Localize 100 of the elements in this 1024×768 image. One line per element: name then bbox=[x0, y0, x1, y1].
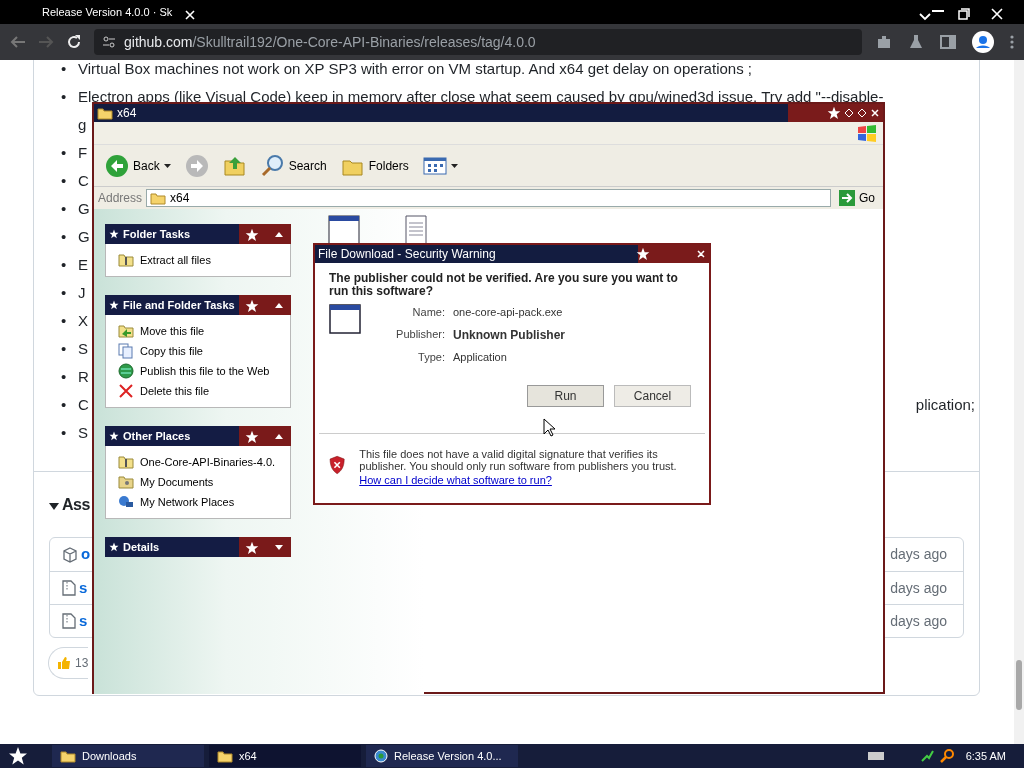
browser-tab[interactable]: Release Version 4.0.0 · Sk bbox=[30, 0, 180, 24]
clock: 6:35 AM bbox=[965, 748, 1006, 764]
keyboard-icon bbox=[867, 751, 884, 761]
asset-age: days ago bbox=[890, 545, 947, 564]
bullet: • bbox=[61, 200, 67, 217]
asset-link[interactable]: o bbox=[81, 543, 91, 566]
minimize-icon bbox=[844, 108, 854, 118]
run-button[interactable]: Run bbox=[527, 385, 604, 407]
folder-icon bbox=[217, 749, 233, 763]
note-text: G bbox=[78, 228, 90, 245]
note-text: R bbox=[78, 368, 89, 385]
taskbar-button[interactable]: x64 bbox=[209, 745, 361, 767]
field-label: Type: bbox=[417, 349, 445, 365]
close-icon bbox=[696, 249, 706, 259]
bullet: • bbox=[61, 60, 67, 77]
folder-icon bbox=[97, 106, 113, 120]
assets-heading[interactable]: Ass bbox=[62, 493, 90, 517]
folder-icon bbox=[118, 474, 134, 490]
asset-link[interactable]: s bbox=[79, 576, 88, 600]
reload-icon bbox=[66, 34, 82, 50]
taskbar-button[interactable]: Downloads bbox=[52, 745, 204, 767]
url-text: github.com/Skulltrail192/One-Core-API-Binaries/releases/tag/4.0.0 bbox=[124, 32, 536, 52]
star-icon bbox=[109, 300, 119, 310]
scrollbar-thumb[interactable] bbox=[1016, 660, 1022, 710]
star-icon bbox=[109, 229, 119, 239]
side-panel-icon bbox=[940, 34, 956, 50]
address-label: Address bbox=[98, 190, 143, 207]
task-link[interactable]: One-Core-API-Binaries-4.0. bbox=[118, 452, 276, 472]
folder-icon bbox=[60, 749, 76, 763]
task-link[interactable]: My Network Places bbox=[118, 492, 235, 512]
go-button[interactable]: Go bbox=[835, 189, 879, 207]
back-icon bbox=[10, 34, 26, 50]
task-link[interactable]: Move this file bbox=[118, 321, 205, 341]
star-icon bbox=[245, 540, 259, 555]
thumbs-up-icon bbox=[57, 656, 71, 670]
taskbar-button[interactable]: Release Version 4.0... bbox=[366, 745, 518, 767]
dialog-question: The publisher could not be verified. Are you sure you want to run this software? bbox=[328, 270, 679, 298]
star-icon bbox=[245, 429, 259, 444]
back-button[interactable]: Back bbox=[102, 151, 174, 180]
dialog-title: File Download - Security Warning bbox=[318, 246, 496, 263]
note-text: X bbox=[78, 312, 88, 329]
task-link[interactable]: My Documents bbox=[118, 472, 214, 492]
chevron-down-icon bbox=[275, 544, 283, 550]
bullet: • bbox=[61, 284, 67, 301]
task-link[interactable]: Publish this file to the Web bbox=[118, 361, 270, 381]
asset-link[interactable]: s bbox=[79, 609, 88, 633]
note-text: C bbox=[78, 395, 89, 415]
folders-button[interactable]: Folders bbox=[337, 151, 412, 180]
start-star-icon bbox=[8, 746, 28, 766]
bullet: • bbox=[61, 172, 67, 189]
asset-age: days ago bbox=[890, 578, 947, 598]
zip-file-icon bbox=[62, 613, 76, 629]
note-text: E bbox=[78, 256, 88, 273]
field-value: Application bbox=[453, 349, 508, 365]
caret-down-icon bbox=[49, 500, 59, 511]
note-text: g bbox=[78, 116, 87, 133]
windows-logo-icon bbox=[857, 124, 877, 142]
panel-header[interactable]: Details bbox=[105, 537, 291, 557]
note-text: J bbox=[78, 284, 86, 301]
panel-header[interactable]: Folder Tasks bbox=[105, 224, 291, 244]
bullet: • bbox=[61, 256, 67, 273]
zipped-folder-icon bbox=[118, 454, 134, 470]
chevron-down-icon bbox=[919, 12, 931, 21]
address-field[interactable]: x64 bbox=[146, 189, 831, 207]
help-link[interactable]: How can I decide what software to run? bbox=[359, 474, 552, 486]
bullet: • bbox=[61, 424, 67, 441]
task-link[interactable]: Delete this file bbox=[118, 381, 210, 401]
note-text: Virtual Box machines not work on XP SP3 with error on VM startup. And x64 get delay on operations ; bbox=[78, 60, 752, 77]
note-text: C bbox=[78, 172, 89, 189]
restore-icon bbox=[958, 7, 970, 20]
folder-icon bbox=[150, 191, 167, 205]
address-bar[interactable]: github.com/Skulltrail192/One-Core-API-Binaries/releases/tag/4.0.0 bbox=[94, 29, 862, 55]
task-link[interactable]: Copy this file bbox=[118, 341, 203, 361]
folder-arrow-icon bbox=[118, 323, 134, 339]
asset-age: days ago bbox=[890, 611, 947, 631]
field-value: Unknown Publisher bbox=[453, 326, 566, 344]
star-icon bbox=[109, 431, 119, 441]
star-icon bbox=[245, 298, 259, 313]
window-title: x64 bbox=[117, 105, 137, 122]
minimize-icon bbox=[932, 10, 944, 12]
star-icon bbox=[245, 227, 259, 242]
cancel-button[interactable]: Cancel bbox=[614, 385, 691, 407]
caret-icon bbox=[450, 163, 458, 168]
forward-icon bbox=[38, 34, 54, 50]
chevron-up-icon bbox=[275, 302, 283, 308]
star-icon bbox=[109, 542, 119, 552]
search-icon bbox=[260, 153, 285, 178]
bullet: • bbox=[61, 228, 67, 245]
avatar-icon bbox=[972, 31, 994, 53]
note-text: G bbox=[78, 200, 90, 217]
site-info-icon bbox=[102, 35, 116, 49]
note-text: plication; bbox=[915, 395, 975, 415]
note-text: F bbox=[78, 144, 88, 161]
panel-header[interactable]: File and Folder Tasks bbox=[105, 295, 291, 315]
search-icon bbox=[939, 749, 954, 763]
close-icon bbox=[991, 7, 1003, 20]
bullet: • bbox=[61, 144, 67, 161]
panel-header[interactable]: Other Places bbox=[105, 426, 291, 446]
forward-icon bbox=[184, 153, 209, 178]
search-button[interactable]: Search bbox=[257, 151, 330, 180]
